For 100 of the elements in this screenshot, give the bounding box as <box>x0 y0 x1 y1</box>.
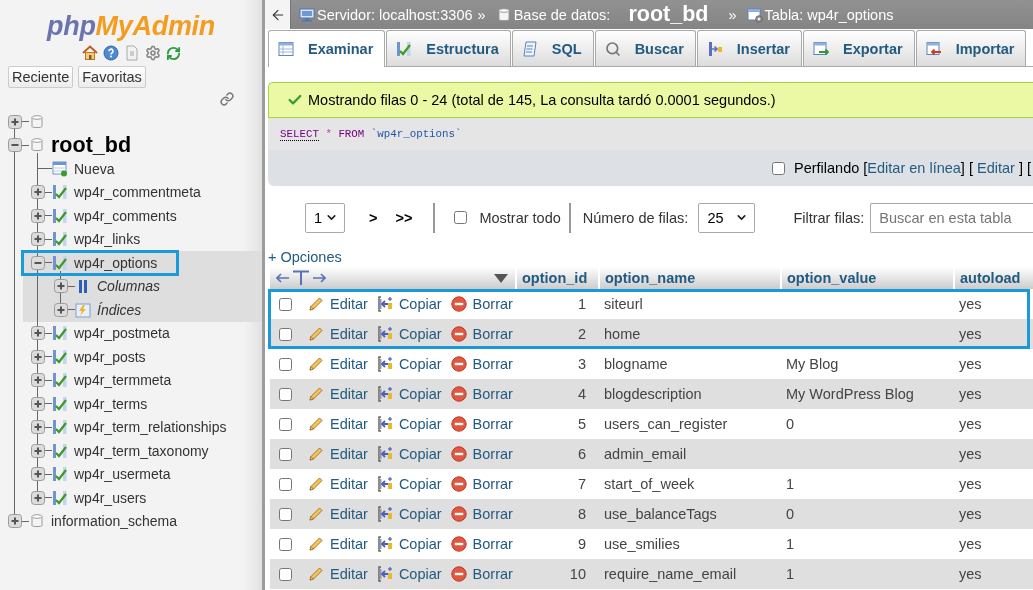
edit-link[interactable]: Editar <box>308 446 368 462</box>
tab[interactable]: Examinar <box>268 30 386 67</box>
plus-icon[interactable] <box>31 185 45 200</box>
delete-link[interactable]: Borrar <box>450 386 513 402</box>
filter-input[interactable]: Buscar en esta tabla <box>870 202 1033 233</box>
copy-link[interactable]: Copiar <box>376 416 442 432</box>
plus-icon[interactable] <box>8 114 22 129</box>
row-checkbox[interactable] <box>279 387 292 401</box>
edit-link[interactable]: Editar <box>308 476 368 492</box>
tab[interactable]: Buscar <box>594 30 696 66</box>
copy-link[interactable]: Copiar <box>376 356 442 372</box>
show-all-checkbox[interactable] <box>454 211 468 224</box>
row-checkbox[interactable] <box>279 297 292 311</box>
copy-link[interactable]: Copiar <box>376 326 442 342</box>
row-checkbox[interactable] <box>279 507 292 521</box>
plus-icon[interactable] <box>31 326 45 341</box>
copy-link[interactable]: Copiar <box>376 386 442 402</box>
row-checkbox[interactable] <box>279 357 292 371</box>
new-table-link[interactable]: Nueva <box>74 159 115 178</box>
copy-link[interactable]: Copiar <box>376 506 442 522</box>
delete-link[interactable]: Borrar <box>450 416 513 432</box>
options-link[interactable]: + Opciones <box>268 248 342 267</box>
delete-link[interactable]: Borrar <box>450 356 513 372</box>
edit-link[interactable]: Editar <box>308 506 368 522</box>
copy-link[interactable]: Copiar <box>376 446 442 462</box>
copy-link[interactable]: Copiar <box>376 476 442 492</box>
settings-icon[interactable] <box>144 45 161 61</box>
plus-icon[interactable] <box>31 208 45 223</box>
plus-icon[interactable] <box>31 349 45 364</box>
plus-icon[interactable] <box>31 490 45 505</box>
table-link[interactable]: wp4r_terms <box>74 394 148 413</box>
caret-down-icon[interactable] <box>494 273 508 283</box>
copy-link[interactable]: Copiar <box>376 296 442 312</box>
last-page-button[interactable]: >> <box>395 209 413 226</box>
table-link[interactable]: wp4r_options <box>74 253 158 272</box>
row-checkbox[interactable] <box>279 327 292 341</box>
back-button[interactable] <box>265 0 291 29</box>
edit-link[interactable]: Editar <box>308 416 368 432</box>
table-link[interactable]: wp4r_links <box>74 230 141 249</box>
copy-link[interactable]: Copiar <box>376 536 442 552</box>
row-checkbox[interactable] <box>279 537 292 551</box>
minus-icon[interactable] <box>31 255 45 270</box>
tab[interactable]: Importar <box>915 30 1027 66</box>
tab[interactable]: Exportar <box>803 30 915 66</box>
table-link[interactable]: wp4r_usermeta <box>74 465 171 484</box>
table-link[interactable]: wp4r_term_relationships <box>74 418 227 437</box>
plus-icon[interactable] <box>31 443 45 458</box>
delete-link[interactable]: Borrar <box>450 446 513 462</box>
profiling-link[interactable]: Editar en línea <box>867 160 961 176</box>
plus-icon[interactable] <box>31 373 45 388</box>
delete-link[interactable]: Borrar <box>450 476 513 492</box>
sidebar-tab-button[interactable]: Reciente <box>8 66 74 88</box>
link-icon[interactable] <box>220 92 234 106</box>
delete-link[interactable]: Borrar <box>450 326 513 342</box>
delete-link[interactable]: Borrar <box>450 566 513 582</box>
edit-link[interactable]: Editar <box>308 326 368 342</box>
indexes-link[interactable]: Índices <box>97 300 142 319</box>
profiling-link[interactable]: Editar <box>977 160 1015 176</box>
profiling-checkbox[interactable] <box>772 161 785 175</box>
page-select[interactable]: 1 <box>305 202 345 233</box>
table-link[interactable]: wp4r_commentmeta <box>74 183 201 202</box>
next-page-button[interactable]: > <box>369 209 378 226</box>
table-link[interactable]: wp4r_term_taxonomy <box>74 441 209 460</box>
tab[interactable]: Estructura <box>386 30 511 66</box>
table-link[interactable]: wp4r_users <box>74 488 147 507</box>
edit-link[interactable]: Editar <box>308 296 368 312</box>
row-checkbox[interactable] <box>279 417 292 431</box>
tab[interactable]: Insertar <box>696 30 802 66</box>
sidebar-tab-button[interactable]: Favoritas <box>78 66 146 88</box>
table-link[interactable]: wp4r_termmeta <box>74 371 172 390</box>
row-checkbox[interactable] <box>279 567 292 581</box>
database-link[interactable]: information_schema <box>51 512 178 531</box>
minus-icon[interactable] <box>8 138 22 153</box>
plus-icon[interactable] <box>54 279 68 294</box>
row-checkbox[interactable] <box>279 477 292 491</box>
columns-link[interactable]: Columnas <box>97 277 161 296</box>
edit-link[interactable]: Editar <box>308 356 368 372</box>
column-arrows-icon[interactable] <box>276 270 326 286</box>
column-header[interactable]: option_name <box>598 267 780 289</box>
column-header[interactable]: option_id <box>515 267 598 289</box>
edit-link[interactable]: Editar <box>308 536 368 552</box>
edit-link[interactable]: Editar <box>308 386 368 402</box>
table-link[interactable]: wp4r_postmeta <box>74 324 170 343</box>
copy-link[interactable]: Copiar <box>376 566 442 582</box>
row-checkbox[interactable] <box>279 447 292 461</box>
delete-link[interactable]: Borrar <box>450 296 513 312</box>
column-header[interactable]: autoload <box>953 267 1033 289</box>
delete-link[interactable]: Borrar <box>450 506 513 522</box>
plus-icon[interactable] <box>54 302 68 317</box>
delete-link[interactable]: Borrar <box>450 536 513 552</box>
tab[interactable]: SQL <box>511 30 594 66</box>
reload-icon[interactable] <box>165 45 181 61</box>
app-logo[interactable]: phpMyAdmin <box>47 10 215 42</box>
plus-icon[interactable] <box>31 232 45 247</box>
rows-select[interactable]: 25 <box>698 202 756 233</box>
table-link[interactable]: wp4r_comments <box>74 206 177 225</box>
plus-icon[interactable] <box>31 420 45 435</box>
column-header[interactable]: option_value <box>780 267 953 289</box>
plus-icon[interactable] <box>31 396 45 411</box>
edit-link[interactable]: Editar <box>308 566 368 582</box>
